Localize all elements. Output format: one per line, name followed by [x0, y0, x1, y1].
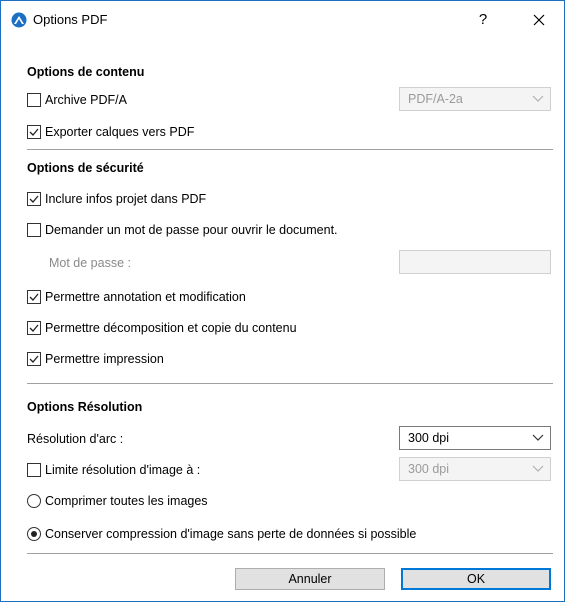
- image-resolution-select[interactable]: 300 dpi: [399, 457, 551, 481]
- keep-compression-label: Conserver compression d'image sans perte…: [45, 527, 417, 541]
- allow-copy-label: Permettre décomposition et copie du cont…: [45, 321, 297, 335]
- limit-image-resolution-row[interactable]: Limite résolution d'image à :: [27, 463, 200, 477]
- password-field[interactable]: [399, 250, 551, 274]
- archive-pdfa-label: Archive PDF/A: [45, 93, 127, 107]
- chevron-down-icon: [532, 465, 544, 472]
- keep-compression-radio[interactable]: [27, 527, 41, 541]
- chevron-down-icon: [532, 434, 544, 441]
- security-options-header: Options de sécurité: [27, 161, 144, 175]
- checkmark-icon: [29, 324, 39, 332]
- checkmark-icon: [29, 293, 39, 301]
- export-layers-label: Exporter calques vers PDF: [45, 125, 195, 139]
- cancel-button[interactable]: Annuler: [235, 568, 385, 590]
- checkmark-icon: [29, 195, 39, 203]
- allow-annotation-checkbox[interactable]: [27, 290, 41, 304]
- allow-annotation-label: Permettre annotation et modification: [45, 290, 246, 304]
- export-layers-checkbox-row[interactable]: Exporter calques vers PDF: [27, 125, 194, 139]
- resolution-options-header: Options Résolution: [27, 400, 143, 414]
- app-logo-icon: [11, 12, 27, 28]
- pdfa-version-value: PDF/A-2a: [408, 92, 463, 106]
- help-button[interactable]: ?: [471, 9, 495, 31]
- allow-print-row[interactable]: Permettre impression: [27, 352, 164, 366]
- include-project-info-checkbox[interactable]: [27, 192, 41, 206]
- allow-print-checkbox[interactable]: [27, 352, 41, 366]
- compress-all-label: Comprimer toutes les images: [45, 494, 208, 508]
- image-resolution-value: 300 dpi: [408, 462, 450, 476]
- include-project-info-row[interactable]: Inclure infos projet dans PDF: [27, 192, 206, 206]
- keep-compression-radio-row[interactable]: Conserver compression d'image sans perte…: [27, 527, 416, 541]
- compress-all-radio[interactable]: [27, 494, 41, 508]
- require-password-checkbox[interactable]: [27, 223, 41, 237]
- password-label: Mot de passe :: [49, 256, 131, 270]
- include-project-info-label: Inclure infos projet dans PDF: [45, 192, 207, 206]
- title-bar: Options PDF ?: [1, 1, 564, 39]
- checkmark-icon: [29, 128, 39, 136]
- divider: [27, 149, 553, 150]
- allow-annotation-row[interactable]: Permettre annotation et modification: [27, 290, 246, 304]
- checkmark-icon: [29, 355, 39, 363]
- archive-pdfa-checkbox[interactable]: [27, 93, 41, 107]
- window-title: Options PDF: [33, 12, 108, 27]
- require-password-label: Demander un mot de passe pour ouvrir le …: [45, 223, 338, 237]
- limit-image-resolution-checkbox[interactable]: [27, 463, 41, 477]
- limit-image-resolution-label: Limite résolution d'image à :: [45, 463, 201, 477]
- radio-selected-dot: [31, 531, 37, 537]
- close-icon: [533, 14, 545, 26]
- allow-copy-row[interactable]: Permettre décomposition et copie du cont…: [27, 321, 297, 335]
- compress-all-radio-row[interactable]: Comprimer toutes les images: [27, 494, 208, 508]
- arc-resolution-label: Résolution d'arc :: [27, 432, 124, 446]
- export-layers-checkbox[interactable]: [27, 125, 41, 139]
- divider: [27, 383, 553, 384]
- require-password-row[interactable]: Demander un mot de passe pour ouvrir le …: [27, 223, 338, 237]
- close-button[interactable]: [527, 9, 551, 31]
- pdfa-version-select[interactable]: PDF/A-2a: [399, 87, 551, 111]
- arc-resolution-value: 300 dpi: [408, 431, 450, 445]
- allow-print-label: Permettre impression: [45, 352, 164, 366]
- content-options-header: Options de contenu: [27, 65, 145, 79]
- divider: [27, 553, 553, 554]
- arc-resolution-select[interactable]: 300 dpi: [399, 426, 551, 450]
- allow-copy-checkbox[interactable]: [27, 321, 41, 335]
- pdf-options-dialog: Options PDF ? Options de contenu Archive…: [0, 0, 565, 602]
- ok-button[interactable]: OK: [401, 568, 551, 590]
- archive-pdfa-checkbox-row[interactable]: Archive PDF/A: [27, 93, 127, 107]
- chevron-down-icon: [532, 95, 544, 102]
